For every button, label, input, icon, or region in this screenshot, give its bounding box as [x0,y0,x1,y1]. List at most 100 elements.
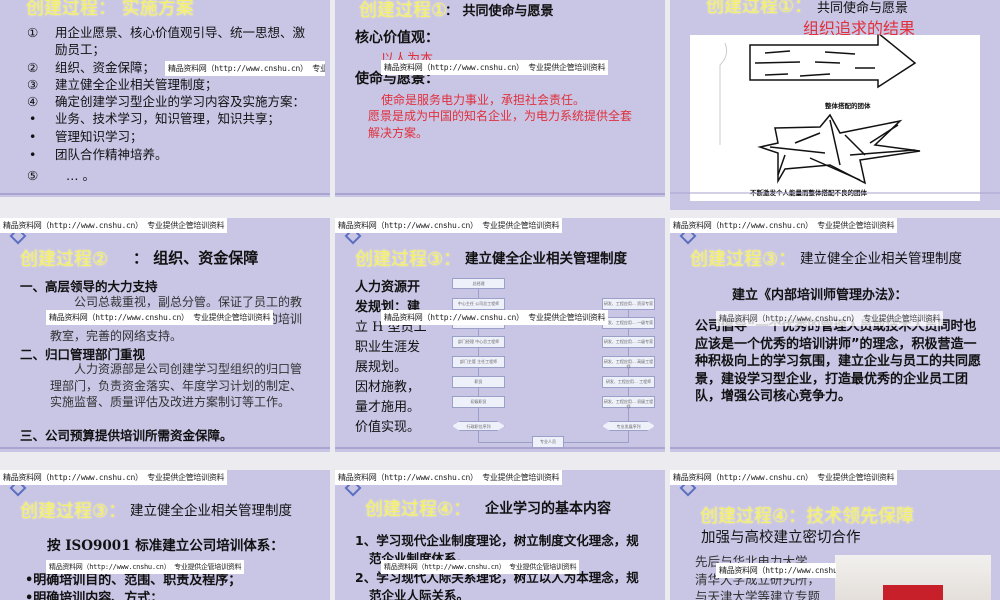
list-item: 业务、技术学习，知识管理，知识共享； [55,111,281,126]
slide-title: 创建过程③： [20,501,127,522]
slide-subtitle: 共同使命与愿景 [817,1,909,16]
flow-box: 职员 [452,376,505,388]
flow-box: 研发、工程应用… 工程师 [602,376,655,388]
watermark: 精品资料网（http://www.cnshu.cn） 专业提供企管培训资料 [381,310,609,325]
slide-title: 创建过程： 实施方案 [26,0,194,19]
text-line: 展规划。 [355,360,408,375]
divider [0,447,330,449]
flow-box: 研发、工程应用… 资深专家 [602,298,655,310]
section-heading: 一、高层领导的大力支持 [20,279,158,294]
core-value-label: 核心价值观： [355,30,439,46]
slide-subtitle: 建立健全企业相关管理制度 [130,503,292,519]
flow-box: 研发、工程应用… 一级专家 [602,317,655,329]
watermark: 精品资料网（http://www.cnshu.cn） 专业提供企管培训资料 [46,310,274,325]
decoration [719,42,728,145]
list-marker: • [29,147,37,162]
slide-subtitle: 加强与高校建立密切合作 [701,530,861,546]
watermark: 精品资料网（http://www.cnshu.cn） 专业提供企管培训资料 [381,60,609,75]
slide-subtitle: 企业学习的基本内容 [485,501,611,517]
vision-text: 愿景是成为中国的知名企业，为电力系统提供全套解决方案。 [368,109,633,140]
watermark: 精品资料网（http://www.cnshu.cn） 专业提供企管培训资料 [716,563,836,578]
divider [670,447,1000,449]
slide-8-thumbnail[interactable]: 创建过程④： 企业学习的基本内容 1、学习现代企业制度理论，树立制度文化理念，规… [335,470,665,600]
section-text: 人力资源部是公司创建学习型组织的归口管理部门，负责资金落实、年度学习计划的制定、… [50,362,303,409]
list-marker: ④ [27,94,39,109]
section-heading: 按 ISO9001 标准建立公司培训体系： [47,538,284,554]
flow-box: 研发、工程应用… 初级工程师 [602,396,655,409]
list-marker: ② [27,60,39,75]
flow-box: 研发、工程应用… 二级专家 [602,336,655,348]
divider [670,192,1000,194]
body-paragraph: 公司倡导“一个优秀的管理人员或技术人员同时也应该是一个优秀的培训讲师”的理念，积… [695,319,982,404]
slide-7-thumbnail[interactable]: 创建过程③： 建立健全企业相关管理制度 按 ISO9001 标准建立公司培训体系… [0,470,330,600]
slide-1-thumbnail[interactable]: 创建过程： 实施方案 ① 用企业愿景、核心价值观引导、统一思想、激励员工； ② … [0,0,330,197]
section-heading: 建立《内部培训师管理办法》： [732,288,908,303]
flow-box: 总经理 [452,278,505,289]
slide-3-thumbnail[interactable]: 创建过程①： 共同使命与愿景 组织追求的结果 整体搭配的团体 不断激发个人能量而… [670,0,1000,210]
text-line: 量才施用。 [355,400,421,415]
flow-box: 部门主管 主任工程师 [452,356,505,368]
team-arrows-illustration: 整体搭配的团体 不断激发个人能量而整体搭配不良的团体 [719,31,921,197]
slide-title: 创建过程①： [706,0,813,17]
watermark: 精品资料网（http://www.cnshu.cn） 专业提供企管培训资料 [0,218,228,233]
divider [0,193,330,195]
watermark: 精品资料网（http://www.cnshu.cn） 专业提供企管培训资料 [716,311,944,326]
flow-diamond: 专业发展序列 [602,421,655,431]
slide-subtitle: 建立健全企业相关管理制度 [465,251,627,267]
list-item: … 。 [66,168,95,183]
flow-box: 研发、工程应用… 高级工程师 [602,356,655,369]
watermark: 精品资料网（http://www.cnshu.cn） 专业提供企管培训资料 [381,560,580,574]
list-item: 组织、资金保障； [55,60,156,75]
list-marker: • [29,129,37,144]
list-item: 确定创建学习型企业的学习内容及实施方案： [55,94,306,109]
slide-4-thumbnail[interactable]: 创建过程② ： 组织、资金保障 一、高层领导的大力支持 公司总裁重视，副总分管。… [0,218,330,452]
slide-title: 创建过程③： [690,249,797,270]
slide-6-thumbnail[interactable]: 创建过程③： 建立健全企业相关管理制度 建立《内部培训师管理办法》： 公司倡导“… [670,218,1000,452]
list-item: 用企业愿景、核心价值观引导、统一思想、激励员工； [55,25,306,57]
watermark: 精品资料网（http://www.cnshu.cn） 专业提供企管培训资料 [46,560,245,574]
watermark: 精品资料网（http://www.cnshu.cn） 专业提供企管培训资料 [0,470,228,485]
slide-title: 创建过程① [359,0,448,21]
bullet-item: •明确培训内容、方式； [25,591,164,600]
flow-box: 部门经理 中心总工程师 [452,336,505,348]
slide-title: 创建过程② [20,249,109,270]
conference-photo [835,555,991,600]
divider [335,193,665,195]
list-marker: ③ [27,77,39,92]
caption-top: 整体搭配的团体 [825,101,871,110]
list-item: 管理知识学习； [55,129,143,144]
divider [335,447,665,449]
list-marker: • [29,111,37,126]
slide-subtitle: 建立健全企业相关管理制度 [800,251,962,267]
list-marker: ① [27,25,39,40]
text-line: 因材施教， [355,380,421,395]
section-heading: 三、公司预算提供培训所需资金保障。 [20,428,233,443]
slide-5-thumbnail[interactable]: 创建过程③： 建立健全企业相关管理制度 人力资源开 发规划：建 立 H 型员工 … [335,218,665,452]
text-line: 价值实现。 [355,420,421,435]
slide-2-thumbnail[interactable]: 创建过程① ： 共同使命与愿景 核心价值观： 以人为本 使命与愿景： 使命是服务… [335,0,665,197]
watermark: 精品资料网（http://www.cnshu.cn） 专业提供企管培训资料 [670,470,898,485]
watermark: 精品资料网（http://www.cnshu.cn） 专业提供企管培训资料 [335,218,563,233]
flow-box: 初级职员 [452,396,505,408]
small-arrows [754,50,875,77]
slide-subtitle: ： 组织、资金保障 [133,249,259,267]
flow-diamond: 行政职位序列 [452,421,505,431]
team-diagram: 整体搭配的团体 不断激发个人能量而整体搭配不良的团体 [690,31,980,201]
slide-title: 创建过程④： [365,499,472,520]
text-line: 职业生涯发 [355,340,421,355]
slide-9-thumbnail[interactable]: 创建过程④：技术领先保障 加强与高校建立密切合作 先后与华北电力大学、 清华大学… [670,470,1000,600]
watermark: 精品资料网（http://www.cnshu.cn） 专业提供企管培训资料 [335,470,563,485]
aligned-team-arrow-shape [749,31,917,89]
text-line: 与天津大学等建立专题 [695,589,821,600]
list-item: 建立健全企业相关管理制度； [55,77,218,92]
flow-box: 中心主任 公司总工程师 [452,298,505,310]
slide-title: 创建过程④：技术领先保障 [700,506,915,527]
watermark: 精品资料网（http://www.cnshu.cn） 专业提供企管培训资料 [670,218,898,233]
list-marker: ⑤ [27,168,39,183]
watermark: 精品资料网（http://www.cnshu.cn） 专业提供企管培训资料 [165,61,325,76]
list-item: 团队合作精神培养。 [55,147,168,162]
text-line: 人力资源开 [355,280,421,295]
mission-text: 使命是服务电力事业，承担社会责任。 [381,93,586,107]
slide-subtitle: ： 共同使命与愿景 [445,4,554,19]
slide-title: 创建过程③： [355,249,462,270]
